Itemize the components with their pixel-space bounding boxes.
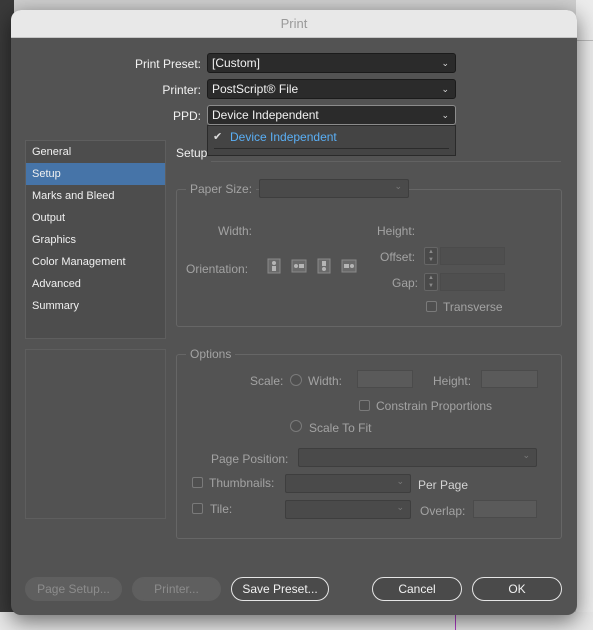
reverse-landscape-icon[interactable] (341, 258, 357, 274)
chevron-down-icon: ⌄ (441, 58, 449, 68)
chevron-down-icon: ⌄ (441, 84, 449, 94)
chevron-down-icon: ⌄ (396, 502, 404, 512)
scale-height-field[interactable] (481, 370, 538, 388)
thumbnails-label: Thumbnails: (209, 476, 275, 490)
ppd-menu-option-device-independent[interactable]: Device Independent (230, 130, 337, 144)
setup-section-title: Setup (176, 146, 208, 160)
sidebar-item-color-management[interactable]: Color Management (26, 251, 165, 273)
checkmark-icon: ✔ (213, 131, 223, 143)
window-title: Print (11, 10, 577, 38)
tile-checkbox[interactable] (192, 503, 203, 514)
orientation-label: Orientation: (186, 262, 249, 276)
transverse-checkbox[interactable] (426, 301, 437, 312)
overlap-field[interactable] (473, 500, 537, 518)
scale-width-label: Width: (308, 374, 343, 388)
paper-height-label: Height: (377, 224, 416, 238)
scale-label: Scale: (250, 374, 284, 388)
tile-select[interactable]: ⌄ (285, 500, 411, 519)
setup-divider (211, 161, 561, 162)
sidebar: General Setup Marks and Bleed Output Gra… (25, 140, 166, 339)
overlap-label: Overlap: (420, 504, 466, 518)
scale-height-label: Height: (433, 374, 472, 388)
ppd-dropdown-menu: ✔ Device Independent (207, 125, 456, 156)
thumbnails-checkbox[interactable] (192, 477, 203, 488)
paper-size-select[interactable]: ⌄ (259, 179, 409, 198)
constrain-proportions-label: Constrain Proportions (376, 399, 493, 413)
thumbnails-select[interactable]: ⌄ (285, 474, 411, 493)
scale-width-radio[interactable] (290, 374, 302, 386)
chevron-down-icon: ⌄ (396, 476, 404, 486)
sidebar-item-output[interactable]: Output (26, 207, 165, 229)
printer-button[interactable]: Printer... (132, 577, 221, 601)
page-position-label: Page Position: (211, 452, 289, 466)
ppd-value: Device Independent (212, 108, 319, 122)
transverse-label: Transverse (443, 300, 503, 314)
sidebar-item-advanced[interactable]: Advanced (26, 273, 165, 295)
landscape-icon[interactable] (291, 258, 307, 274)
per-page-label: Per Page (418, 478, 469, 492)
ppd-select[interactable]: Device Independent ⌄ (207, 105, 456, 125)
sidebar-item-graphics[interactable]: Graphics (26, 229, 165, 251)
paper-width-label: Width: (218, 224, 253, 238)
offset-field[interactable] (440, 247, 505, 265)
reverse-portrait-icon[interactable] (316, 258, 332, 274)
chevron-down-icon: ⌄ (522, 450, 530, 460)
menu-divider (214, 148, 449, 149)
paper-size-label: Paper Size: (186, 182, 257, 196)
gap-stepper[interactable]: ▲ ▼ (424, 273, 438, 291)
background-window-right (576, 0, 593, 630)
printer-label: Printer: (162, 83, 201, 97)
printer-value: PostScript® File (212, 82, 299, 96)
tile-label: Tile: (210, 502, 233, 516)
scale-to-fit-radio[interactable] (290, 420, 302, 432)
print-preset-value: [Custom] (212, 56, 261, 70)
print-dialog: Print Print Preset: [Custom] ⌄ Printer: … (11, 10, 577, 615)
gap-field[interactable] (440, 273, 505, 291)
sidebar-item-marks-and-bleed[interactable]: Marks and Bleed (26, 185, 165, 207)
sidebar-item-general[interactable]: General (26, 141, 165, 163)
page-setup-button[interactable]: Page Setup... (25, 577, 122, 601)
ok-button[interactable]: OK (472, 577, 562, 601)
ppd-label: PPD: (172, 109, 201, 123)
sidebar-item-setup[interactable]: Setup (26, 163, 165, 185)
save-preset-button[interactable]: Save Preset... (231, 577, 329, 601)
chevron-down-icon: ⌄ (394, 181, 402, 191)
print-preset-select[interactable]: [Custom] ⌄ (207, 53, 456, 73)
gap-label: Gap: (392, 276, 419, 290)
options-title: Options (186, 347, 236, 361)
page-position-select[interactable]: ⌄ (298, 448, 537, 467)
scale-width-field[interactable] (357, 370, 413, 388)
scale-to-fit-label: Scale To Fit (309, 421, 372, 435)
cancel-button[interactable]: Cancel (372, 577, 462, 601)
offset-label: Offset: (380, 250, 416, 264)
printer-select[interactable]: PostScript® File ⌄ (207, 79, 456, 99)
constrain-proportions-checkbox[interactable] (359, 400, 370, 411)
print-preview-pane (25, 349, 166, 519)
print-preset-label: Print Preset: (134, 57, 201, 71)
offset-stepper[interactable]: ▲ ▼ (424, 247, 438, 265)
chevron-down-icon: ⌄ (441, 110, 449, 120)
portrait-icon[interactable] (266, 258, 282, 274)
sidebar-item-summary[interactable]: Summary (26, 295, 165, 317)
